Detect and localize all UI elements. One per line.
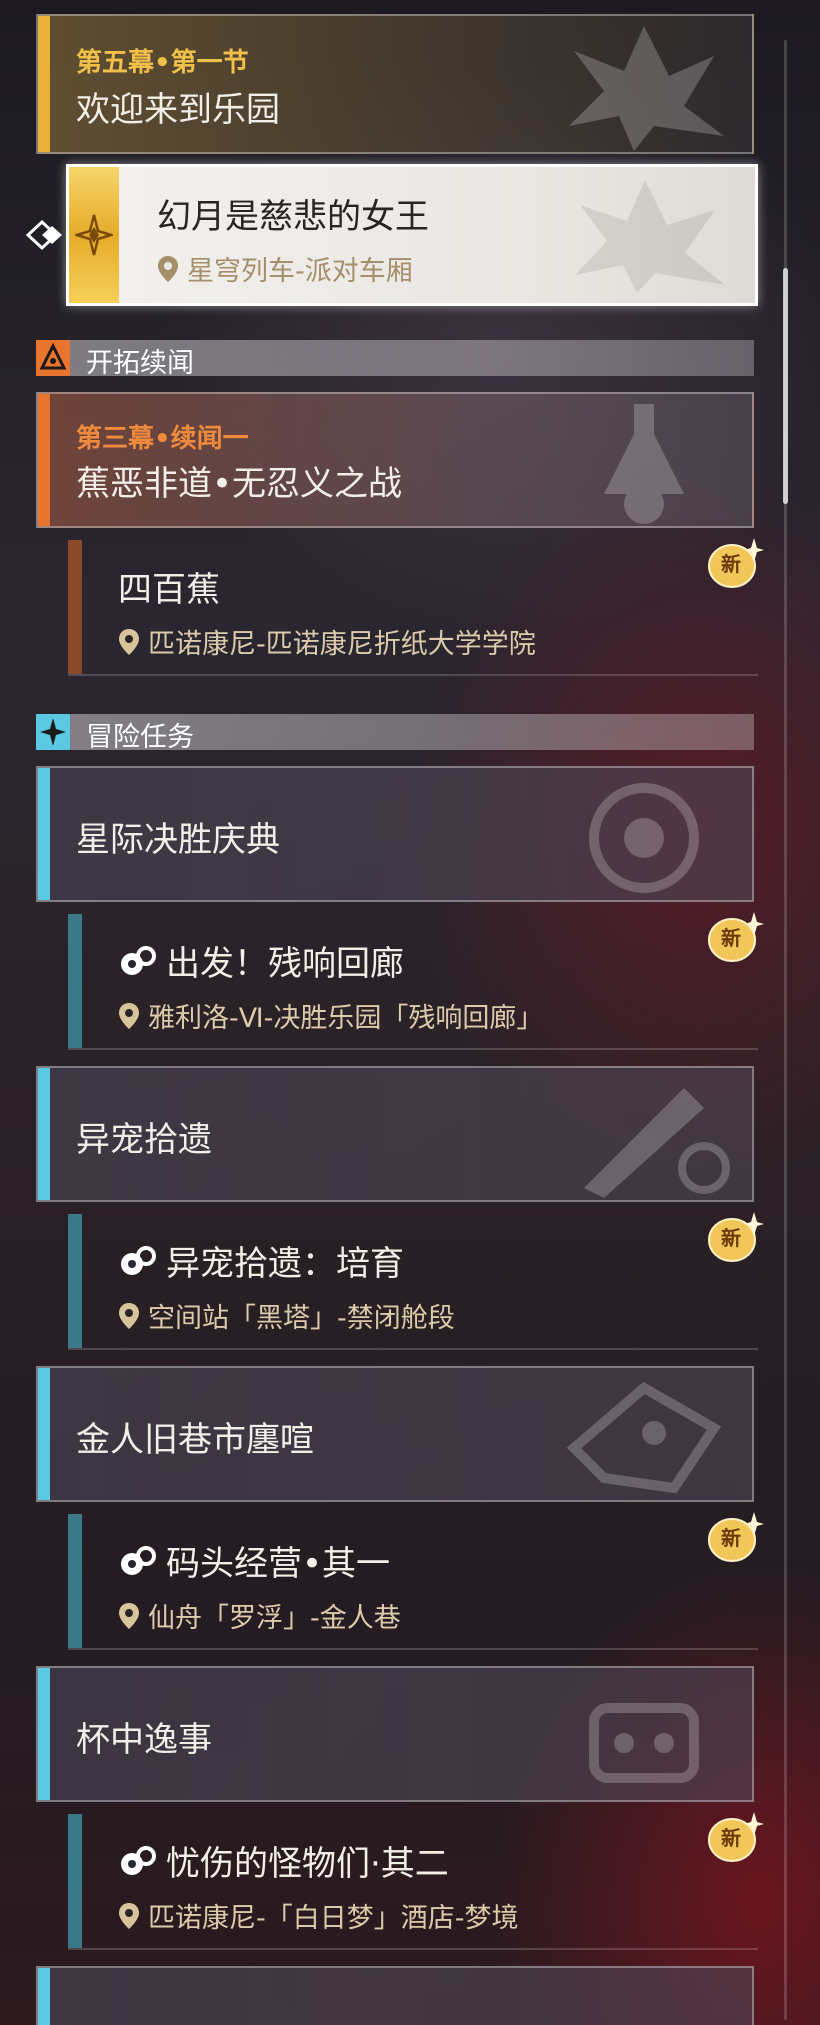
new-badge: 新 [706,536,764,592]
chapter-label: 第五幕•第一节 [76,48,249,78]
group-accent-stripe [38,768,50,900]
quest-title: 忧伤的怪物们·其二 [118,1836,449,1885]
quest-title: 幻月是慈悲的女王 [157,197,429,237]
chapter-emblem-icon [604,404,684,524]
quest-location: 匹诺康尼-匹诺康尼折纸大学学院 [118,622,536,661]
adventure-group-card[interactable]: 异宠拾遗 [36,1066,754,1202]
quest-title-text: 码头经营•其一 [166,1544,391,1584]
chapter-title: 欢迎来到乐园 [76,90,280,130]
quest-entry[interactable]: 忧伤的怪物们·其二 匹诺康尼-「白日梦」酒店-梦境 [68,1814,758,1950]
quest-title: 出发！残响回廊 [118,936,404,985]
quest-entry[interactable]: 异宠拾遗：培育 空间站「黑塔」-禁闭舱段 [68,1214,758,1350]
group-accent-stripe [38,1668,50,1800]
adventure-badge [36,714,70,750]
chapter-title: 蕉恶非道•无忍义之战 [76,464,403,504]
new-badge: 新 [706,1210,764,1266]
adventure-quest-icon [121,1846,156,1875]
continuance-chapter-card[interactable]: 第三幕•续闻一 蕉恶非道•无忍义之战 [36,392,754,528]
quest-location-text: 仙舟「罗浮」-金人巷 [148,1603,401,1634]
section-label: 开拓续闻 [86,348,194,379]
location-pin-icon [119,629,139,655]
new-badge: 新 [706,1810,764,1866]
group-title: 金人旧巷市廛喧 [76,1420,314,1460]
new-badge-label: 新 [721,1826,741,1850]
quest-location-text: 匹诺康尼-匹诺康尼折纸大学学院 [148,629,536,660]
quest-accent-bar [68,540,82,674]
quest-location: 匹诺康尼-「白日梦」酒店-梦境 [118,1896,519,1935]
location-pin-icon [119,1603,139,1629]
chapter-label: 第三幕•续闻一 [76,424,249,454]
adventure-group-card-partial[interactable] [36,1966,754,2025]
group-accent-stripe [38,1068,50,1200]
continuance-icon [39,342,67,370]
quest-accent-bar [68,1214,82,1348]
star-compass-icon [75,214,113,256]
quest-accent-bar [68,1514,82,1648]
group-emblem-icon [589,783,699,893]
section-header-adventure: 冒险任务 [36,714,754,753]
group-emblem-icon [589,1703,699,1783]
chapter-accent-stripe [38,16,50,152]
location-pin-icon [119,1003,139,1029]
new-badge: 新 [706,1510,764,1566]
adventure-group-card[interactable]: 杯中逸事 [36,1666,754,1802]
adventure-icon [40,718,66,746]
selected-quest-card[interactable]: 幻月是慈悲的女王 星穹列车-派对车厢 [66,164,758,306]
quest-title-text: 异宠拾遗：培育 [166,1244,404,1284]
quest-accent-bar [68,914,82,1048]
quest-location: 星穹列车-派对车厢 [157,249,413,288]
adventure-quest-icon [121,946,156,975]
chapter-emblem-icon [569,26,724,151]
quest-title: 异宠拾遗：培育 [118,1236,404,1285]
new-badge-label: 新 [721,1226,741,1250]
new-badge-label: 新 [721,926,741,950]
adventure-group-card[interactable]: 金人旧巷市廛喧 [36,1366,754,1502]
adventure-quest-icon [121,1246,156,1275]
group-accent-stripe [38,1368,50,1500]
quest-location-text: 空间站「黑塔」-禁闭舱段 [148,1303,455,1334]
quest-card-emblem-icon [575,180,725,293]
quest-title-text: 忧伤的怪物们·其二 [166,1844,449,1884]
quest-location-text: 匹诺康尼-「白日梦」酒店-梦境 [148,1903,519,1934]
quest-location-text: 星穹列车-派对车厢 [187,256,413,287]
group-title: 异宠拾遗 [76,1120,212,1160]
quest-title: 四百蕉 [118,570,220,610]
new-badge-label: 新 [721,1526,741,1550]
quest-location: 空间站「黑塔」-禁闭舱段 [118,1296,455,1335]
quest-title-text: 出发！残响回廊 [166,944,404,984]
group-emblem-icon [566,1381,722,1494]
group-title: 杯中逸事 [76,1720,212,1760]
adventure-quest-icon [121,1546,156,1575]
continuance-badge [36,340,70,376]
scrollbar-thumb[interactable] [783,268,788,504]
quest-entry[interactable]: 码头经营•其一 仙舟「罗浮」-金人巷 [68,1514,758,1650]
quest-location: 雅利洛-Ⅵ-决胜乐园「残响回廊」 [118,996,543,1035]
group-accent-stripe [38,1968,50,2025]
quest-location: 仙舟「罗浮」-金人巷 [118,1596,401,1635]
group-emblem-icon [584,1088,730,1198]
new-badge: 新 [706,910,764,966]
main-chapter-card[interactable]: 第五幕•第一节 欢迎来到乐园 [36,14,754,154]
new-badge-label: 新 [721,552,741,576]
quest-type-strip [69,167,119,303]
quest-accent-bar [68,1814,82,1948]
quest-title: 码头经营•其一 [118,1536,390,1585]
quest-location-text: 雅利洛-Ⅵ-决胜乐园「残响回廊」 [148,1003,544,1034]
quest-entry[interactable]: 出发！残响回廊 雅利洛-Ⅵ-决胜乐园「残响回廊」 [68,914,758,1050]
location-pin-icon [158,256,178,282]
selection-pointer-icon [25,219,62,251]
location-pin-icon [119,1903,139,1929]
quest-entry[interactable]: 四百蕉 匹诺康尼-匹诺康尼折纸大学学院 [68,540,758,676]
group-title: 星际决胜庆典 [76,820,280,860]
chapter-accent-stripe [38,394,50,526]
location-pin-icon [119,1303,139,1329]
section-header-continuance: 开拓续闻 [36,340,754,379]
section-label: 冒险任务 [86,722,194,753]
adventure-group-card[interactable]: 星际决胜庆典 [36,766,754,902]
